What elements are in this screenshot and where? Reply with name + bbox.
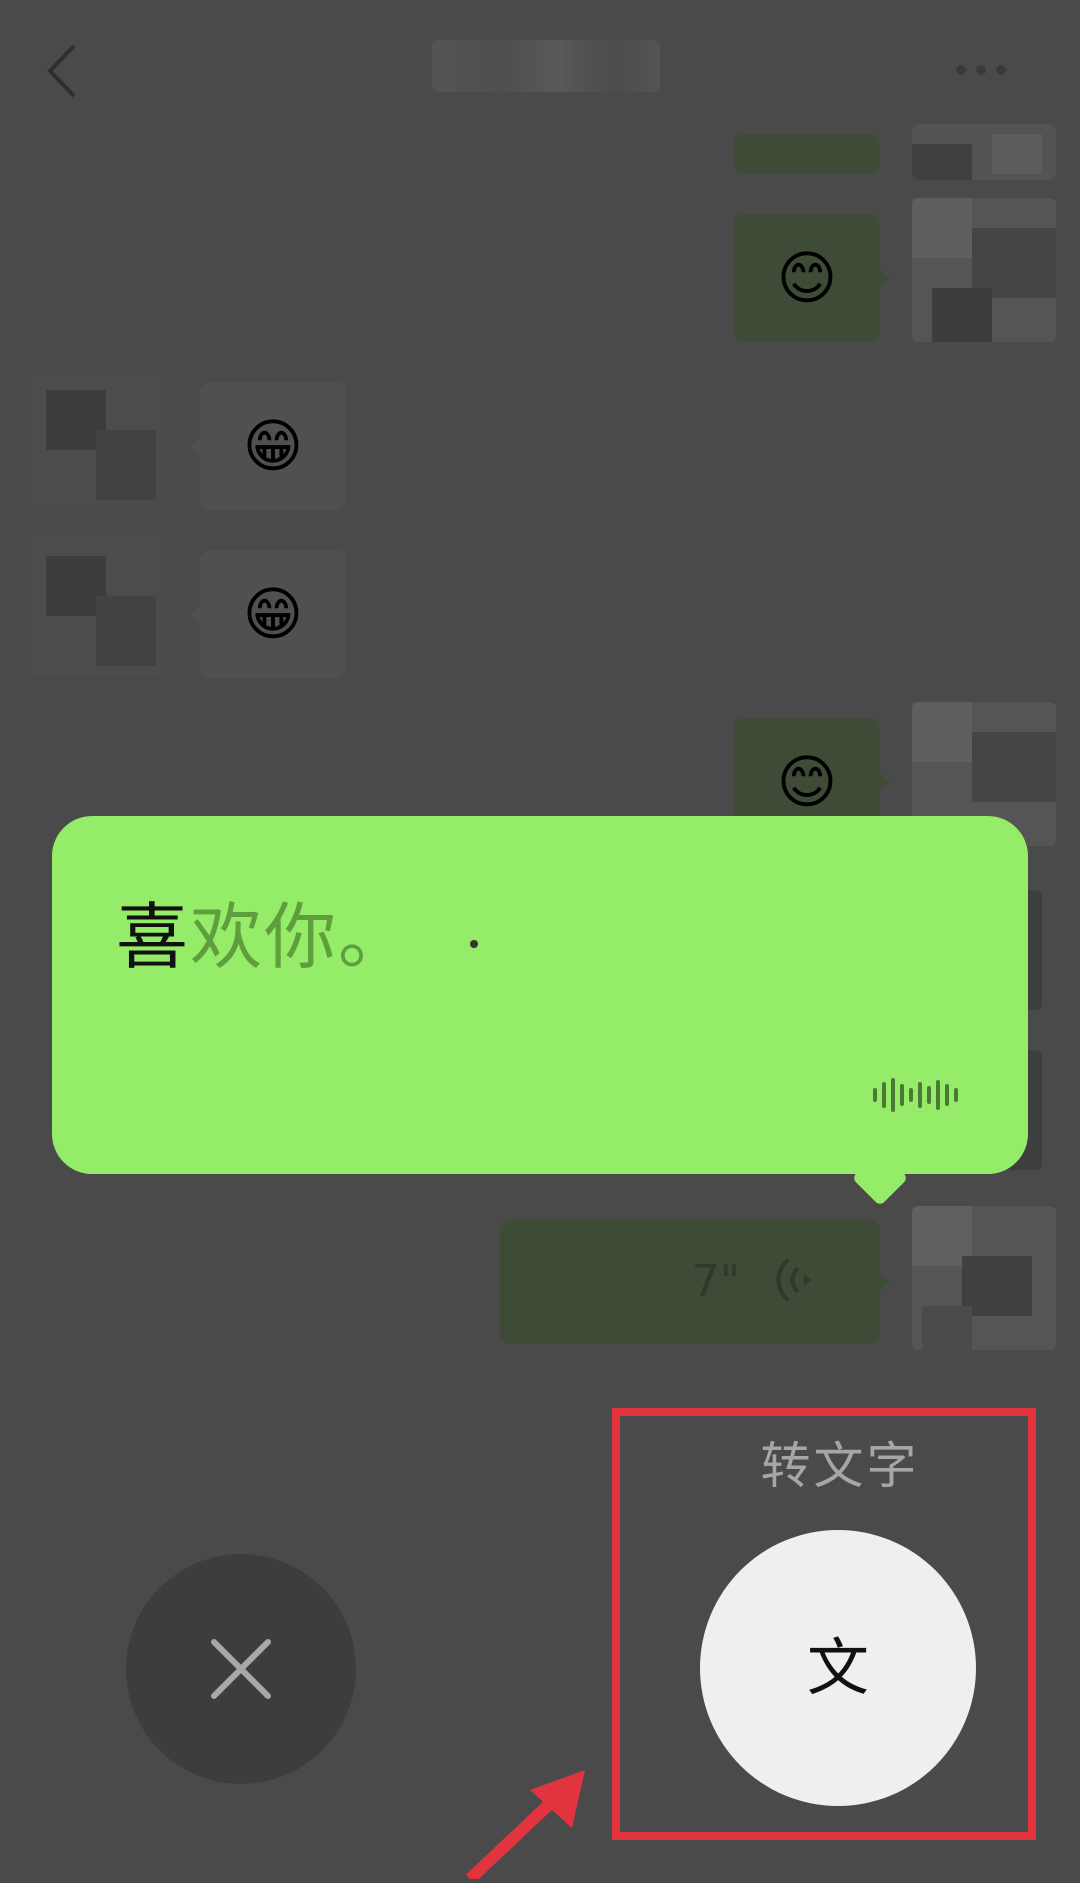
more-options-icon[interactable] xyxy=(956,62,1016,78)
chat-title-blurred xyxy=(432,40,660,92)
message-bubble-incoming[interactable]: 😁 xyxy=(190,382,346,510)
pending-text: 欢你。 xyxy=(190,895,413,979)
recognized-text: 喜 xyxy=(116,895,191,979)
annotation-arrow xyxy=(440,1750,610,1883)
avatar[interactable] xyxy=(912,124,1056,180)
to-text-label: 转文字 xyxy=(760,1437,920,1495)
transcription-bubble: 喜欢你。 xyxy=(52,816,1028,1207)
voice-waves-icon xyxy=(772,1250,832,1310)
transcription-text: 喜欢你。 xyxy=(116,892,412,982)
close-icon xyxy=(206,1634,276,1704)
message-list: 😊 😁 😁 😊 xyxy=(0,120,1080,1360)
avatar[interactable] xyxy=(26,370,166,510)
smile-emoji: 😊 xyxy=(776,748,838,816)
avatar[interactable] xyxy=(912,198,1056,342)
back-icon[interactable] xyxy=(40,38,96,104)
avatar[interactable] xyxy=(912,1206,1056,1350)
text-glyph-icon: 文 xyxy=(806,1631,869,1704)
to-text-button[interactable]: 文 xyxy=(700,1530,976,1806)
cancel-button[interactable] xyxy=(126,1554,356,1784)
voice-message-bubble[interactable]: 7" xyxy=(500,1220,890,1344)
voice-duration: 7" xyxy=(691,1256,740,1307)
avatar[interactable] xyxy=(26,536,166,676)
message-bubble-outgoing[interactable] xyxy=(734,134,880,174)
message-bubble-incoming[interactable]: 😁 xyxy=(190,550,346,678)
message-bubble-outgoing[interactable]: 😊 xyxy=(734,214,890,342)
smile-emoji: 😊 xyxy=(776,244,838,312)
grin-emoji: 😁 xyxy=(242,580,304,648)
soundwave-icon xyxy=(872,1078,962,1112)
typing-dot xyxy=(470,940,478,948)
grin-emoji: 😁 xyxy=(242,412,304,480)
